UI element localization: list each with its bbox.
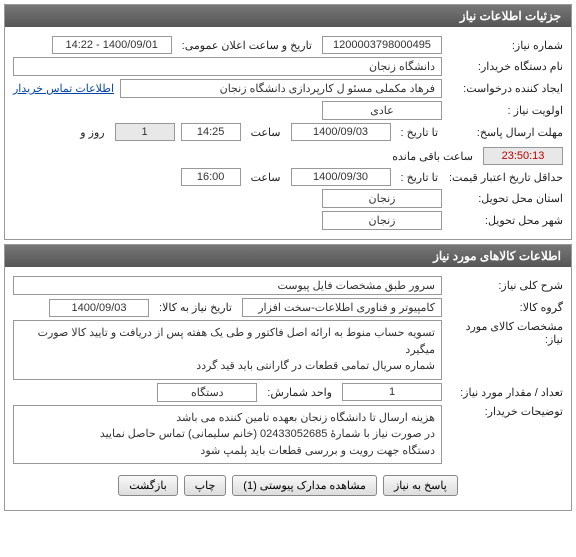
ann-date-label: تاریخ و ساعت اعلان عمومی: [178, 39, 316, 52]
row-buyer-org: نام دستگاه خریدار: دانشگاه زنجان [13, 57, 563, 76]
req-no-value: 1200003798000495 [322, 36, 442, 54]
city-label: شهر محل تحویل: [448, 214, 563, 227]
row-spec: مشخصات کالای مورد نیاز: تسویه حساب منوط … [13, 320, 563, 380]
remain-label: ساعت باقی مانده [388, 150, 477, 163]
credit-date-value: 1400/09/30 [291, 168, 391, 186]
row-city: شهر محل تحویل: زنجان [13, 211, 563, 230]
qty-value: 1 [342, 383, 442, 401]
spec-value: تسویه حساب منوط به ارائه اصل فاکتور و طی… [13, 320, 442, 380]
creator-label: ایجاد کننده درخواست: [448, 82, 563, 95]
buyer-org-value: دانشگاه زنجان [13, 57, 442, 76]
row-qty: تعداد / مقدار مورد نیاز: 1 واحد شمارش: د… [13, 383, 563, 402]
reply-button[interactable]: پاسخ به نیاز [383, 475, 458, 496]
province-label: استان محل تحویل: [448, 192, 563, 205]
row-credit: حداقل تاریخ اعتبار قیمت: تا تاریخ : 1400… [13, 168, 563, 186]
group-label: گروه کالا: [448, 301, 563, 314]
contact-link[interactable]: اطلاعات تماس خریدار [13, 82, 114, 95]
attachments-button[interactable]: مشاهده مدارک پیوستی (1) [232, 475, 377, 496]
row-priority: اولویت نیاز : عادی [13, 101, 563, 120]
button-row: پاسخ به نیاز مشاهده مدارک پیوستی (1) چاپ… [13, 467, 563, 504]
qty-label: تعداد / مقدار مورد نیاز: [448, 386, 563, 399]
row-desc: شرح کلی نیاز: سرور طبق مشخصات فایل پیوست [13, 276, 563, 295]
buyer-notes-label: توضیحات خریدار: [448, 405, 563, 418]
reply-deadline-label: مهلت ارسال پاسخ: [448, 126, 563, 139]
credit-label: حداقل تاریخ اعتبار قیمت: [448, 171, 563, 184]
credit-time-value: 16:00 [181, 168, 241, 186]
back-button[interactable]: بازگشت [118, 475, 178, 496]
priority-value: عادی [322, 101, 442, 120]
days-label: روز و [76, 126, 108, 139]
req-no-label: شماره نیاز: [448, 39, 563, 52]
city-value: زنجان [322, 211, 442, 230]
row-req-no: شماره نیاز: 1200003798000495 تاریخ و ساع… [13, 36, 563, 54]
print-button[interactable]: چاپ [184, 475, 227, 496]
row-buyer-notes: توضیحات خریدار: هزینه ارسال تا دانشگاه ز… [13, 405, 563, 465]
row-reply-deadline: مهلت ارسال پاسخ: تا تاریخ : 1400/09/03 س… [13, 123, 563, 165]
need-date-value: 1400/09/03 [49, 299, 149, 317]
province-value: زنجان [322, 189, 442, 208]
desc-value: سرور طبق مشخصات فایل پیوست [13, 276, 442, 295]
days-value: 1 [115, 123, 175, 141]
until-label-2: تا تاریخ : [397, 171, 442, 184]
unit-label: واحد شمارش: [263, 386, 336, 399]
detail-body: شماره نیاز: 1200003798000495 تاریخ و ساع… [5, 27, 571, 239]
creator-value: فرهاد مکملی مسئو ل کارپردازی دانشگاه زنج… [120, 79, 442, 98]
until-label-1: تا تاریخ : [397, 126, 442, 139]
time-label-2: ساعت [247, 171, 285, 184]
need-date-label: تاریخ نیاز به کالا: [155, 301, 236, 314]
spec-label: مشخصات کالای مورد نیاز: [448, 320, 563, 346]
row-province: استان محل تحویل: زنجان [13, 189, 563, 208]
reply-time-value: 14:25 [181, 123, 241, 141]
goods-body: شرح کلی نیاز: سرور طبق مشخصات فایل پیوست… [5, 267, 571, 510]
row-creator: ایجاد کننده درخواست: فرهاد مکملی مسئو ل … [13, 79, 563, 98]
unit-value: دستگاه [157, 383, 257, 402]
priority-label: اولویت نیاز : [448, 104, 563, 117]
buyer-notes-value: هزینه ارسال تا دانشگاه زنجان بعهده تامین… [13, 405, 442, 465]
group-value: کامپیوتر و فناوری اطلاعات-سخت افزار [242, 298, 442, 317]
row-group: گروه کالا: کامپیوتر و فناوری اطلاعات-سخت… [13, 298, 563, 317]
goods-panel: اطلاعات کالاهای مورد نیاز شرح کلی نیاز: … [4, 244, 572, 511]
time-label-1: ساعت [247, 126, 285, 139]
goods-header: اطلاعات کالاهای مورد نیاز [5, 245, 571, 267]
reply-date-value: 1400/09/03 [291, 123, 391, 141]
detail-header: جزئیات اطلاعات نیاز [5, 5, 571, 27]
desc-label: شرح کلی نیاز: [448, 279, 563, 292]
countdown-value: 23:50:13 [483, 147, 563, 165]
buyer-org-label: نام دستگاه خریدار: [448, 60, 563, 73]
detail-panel: جزئیات اطلاعات نیاز شماره نیاز: 12000037… [4, 4, 572, 240]
ann-date-value: 1400/09/01 - 14:22 [52, 36, 172, 54]
